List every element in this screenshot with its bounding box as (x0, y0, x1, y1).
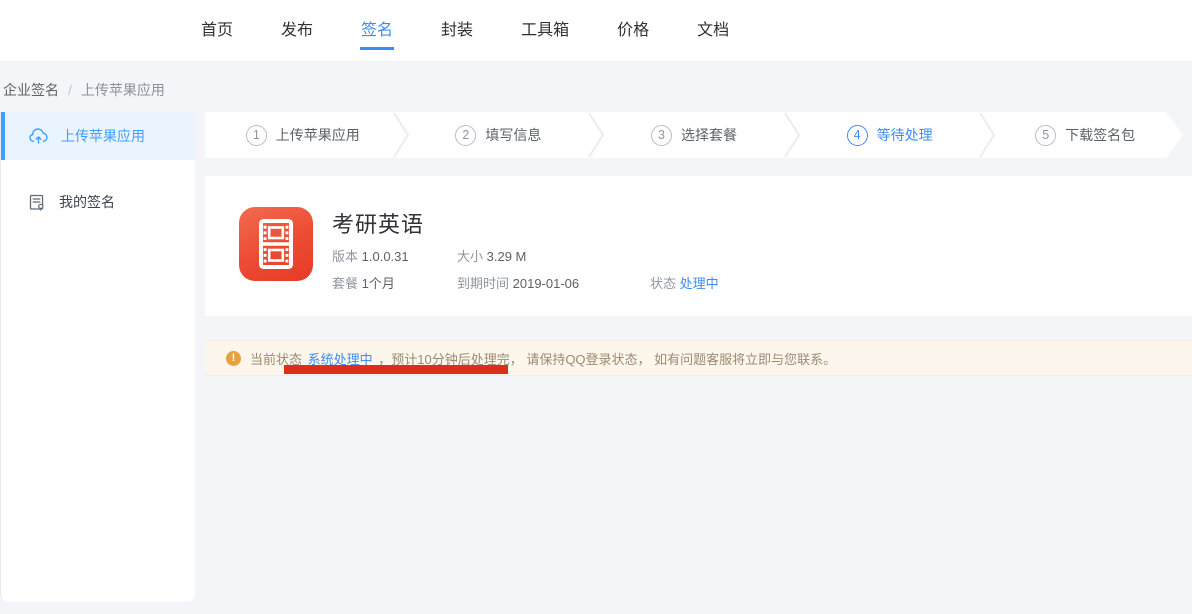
sidebar-item-label: 我的签名 (59, 192, 115, 212)
warning-icon: ! (226, 351, 241, 366)
breadcrumb-enterprise-sign[interactable]: 企业签名 (3, 80, 59, 100)
nav-item-package[interactable]: 封装 (440, 12, 474, 50)
step-5-download: 5 下载签名包 (987, 112, 1183, 158)
app-status: 状态 处理中 (650, 275, 719, 293)
step-number: 1 (246, 125, 267, 146)
step-chevron-icon (784, 112, 801, 158)
app-size: 大小 3.29 M (457, 248, 650, 266)
step-label: 下载签名包 (1065, 125, 1135, 145)
nav-item-price[interactable]: 价格 (616, 12, 650, 50)
app-plan: 套餐 1个月 (332, 275, 457, 293)
app-meta-row: 套餐 1个月 到期时间 2019-01-06 状态 处理中 (332, 275, 719, 293)
status-processing-value: 处理中 (680, 276, 719, 291)
sidebar-item-my-signatures[interactable]: 我的签名 (1, 178, 195, 226)
breadcrumb-upload-app: 上传苹果应用 (81, 80, 165, 100)
cloud-upload-icon (29, 128, 48, 144)
sidebar-item-label: 上传苹果应用 (61, 126, 145, 146)
step-label: 选择套餐 (681, 125, 737, 145)
step-chevron-icon (588, 112, 605, 158)
app-title: 考研英语 (332, 207, 719, 239)
nav-item-docs[interactable]: 文档 (696, 12, 730, 50)
content-area: 1 上传苹果应用 2 填写信息 3 选择套餐 4 等待处理 5 下载签名包 (205, 112, 1192, 376)
film-strip-icon (239, 207, 313, 281)
nav-item-home[interactable]: 首页 (200, 12, 234, 50)
breadcrumb: 企业签名 / 上传苹果应用 (3, 80, 165, 100)
red-underline-annotation (284, 365, 508, 374)
step-number: 5 (1035, 125, 1056, 146)
app-version: 版本 1.0.0.31 (332, 248, 457, 266)
top-header: 首页 发布 签名 封装 工具箱 价格 文档 (0, 0, 1192, 62)
step-1-upload: 1 上传苹果应用 (205, 112, 401, 158)
main-nav: 首页 发布 签名 封装 工具箱 价格 文档 (0, 0, 1192, 61)
app-info: 考研英语 版本 1.0.0.31 大小 3.29 M 套餐 1个月 (332, 207, 719, 316)
step-number: 2 (455, 125, 476, 146)
step-label: 上传苹果应用 (276, 125, 360, 145)
nav-item-publish[interactable]: 发布 (280, 12, 314, 50)
breadcrumb-separator: / (68, 82, 72, 98)
step-3-choose-plan: 3 选择套餐 (596, 112, 792, 158)
app-expiry: 到期时间 2019-01-06 (457, 275, 650, 293)
step-chevron-icon (393, 112, 410, 158)
nav-item-signature[interactable]: 签名 (360, 12, 394, 50)
sidebar-item-upload-apple-app[interactable]: 上传苹果应用 (1, 112, 195, 160)
step-2-fill-info: 2 填写信息 (401, 112, 597, 158)
nav-item-toolbox[interactable]: 工具箱 (520, 12, 570, 50)
step-number: 4 (847, 125, 868, 146)
step-label: 等待处理 (877, 125, 933, 145)
app-card: 考研英语 版本 1.0.0.31 大小 3.29 M 套餐 1个月 (205, 176, 1192, 316)
status-notice-bar: ! 当前状态 系统处理中 ，预计10分钟后处理完， 请保持QQ登录状态， 如有问… (205, 340, 1192, 376)
app-meta-row: 版本 1.0.0.31 大小 3.29 M (332, 248, 719, 266)
signature-doc-icon (29, 194, 46, 211)
app-icon (239, 207, 313, 281)
step-chevron-icon (979, 112, 996, 158)
sidebar: 上传苹果应用 我的签名 (0, 112, 195, 602)
steps-bar: 1 上传苹果应用 2 填写信息 3 选择套餐 4 等待处理 5 下载签名包 (205, 112, 1183, 158)
step-label: 填写信息 (485, 125, 541, 145)
page: 首页 发布 签名 封装 工具箱 价格 文档 企业签名 / 上传苹果应用 上传苹果… (0, 0, 1192, 614)
step-number: 3 (651, 125, 672, 146)
step-4-waiting: 4 等待处理 (792, 112, 988, 158)
